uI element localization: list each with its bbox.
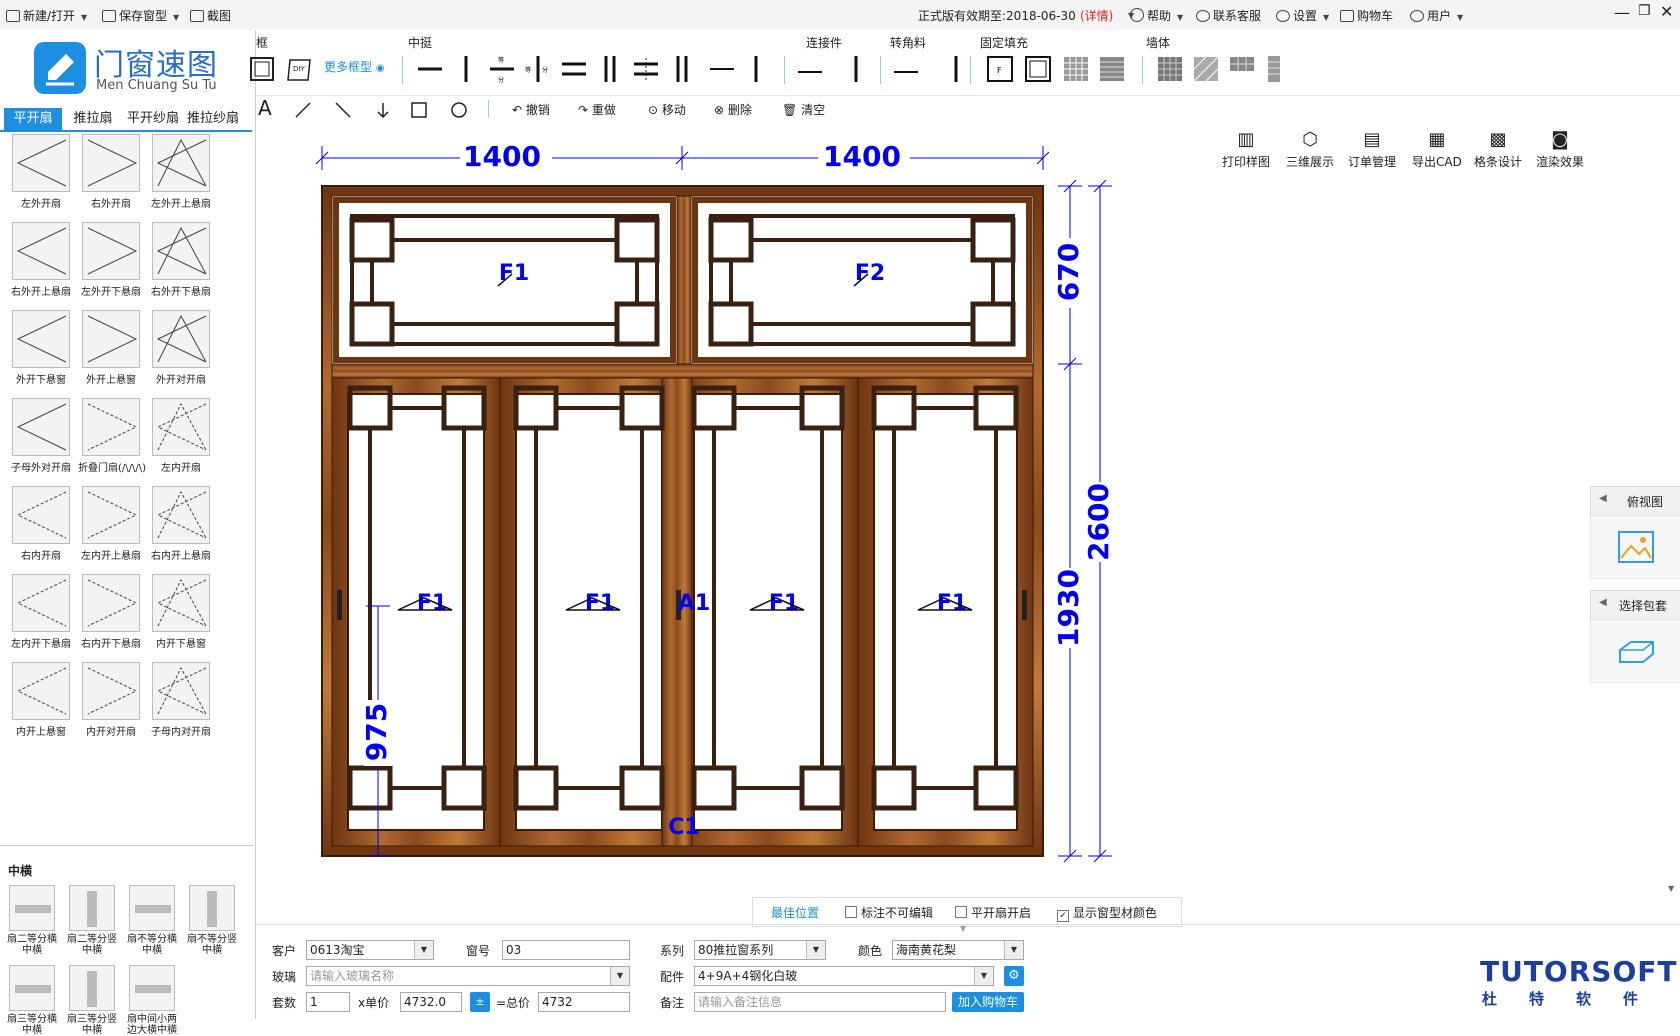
glass-label: 玻璃 [272, 970, 297, 984]
window-frame[interactable] [321, 185, 1044, 857]
remark-label: 备注 [660, 996, 685, 1010]
canvas-options-bar: 最佳位置 标注不可编辑 平开扇开启 ✓ 显示窗型材颜色 [752, 897, 1182, 927]
unit-price-input[interactable]: 4732.0 [400, 992, 462, 1012]
sets-label: 套数 [272, 996, 297, 1010]
transom-bar [331, 363, 1034, 379]
total-label: =总价 [496, 996, 531, 1010]
sash-label: F1 [417, 591, 447, 616]
window-no-label: 窗号 [466, 944, 491, 958]
best-position-link[interactable]: 最佳位置 [771, 904, 819, 921]
chevron-down-icon: ▼ [974, 967, 993, 985]
dimension-value: 1400 [823, 140, 901, 173]
checkbox[interactable] [845, 906, 857, 918]
dimension-value: 670 [1052, 243, 1085, 301]
window-no-input[interactable]: 03 [502, 940, 630, 960]
chevron-down-icon: ▼ [806, 941, 825, 959]
glass-select[interactable]: 请输入玻璃名称 ▼ [306, 966, 630, 986]
dimension-value: 2600 [1082, 483, 1115, 561]
checkbox[interactable] [955, 906, 967, 918]
option-show-color[interactable]: ✓ 显示窗型材颜色 [1057, 904, 1157, 922]
chevron-down-icon: ▼ [610, 967, 629, 985]
accessory-select[interactable]: 4+9A+4钢化白玻 ▼ [694, 966, 994, 986]
sash-label: C1 [668, 815, 699, 840]
sash-label: F1 [937, 591, 967, 616]
drawing-canvas[interactable]: 1400 140067019302600975 F1 F2F1 F1 A1 F1 F1C1 [0, 0, 1680, 1019]
series-select[interactable]: 80推拉窗系列 ▼ [694, 940, 826, 960]
collapse-arrow-icon[interactable]: ▼ [960, 924, 966, 933]
sets-input[interactable]: 1 [306, 992, 350, 1012]
series-label: 系列 [660, 944, 685, 958]
brand-subtitle: 杜特软件 [1482, 990, 1671, 1008]
unit-price-label: x单价 [358, 996, 390, 1010]
option-casement-open[interactable]: 平开扇开启 [955, 904, 1031, 921]
divider [256, 924, 1680, 925]
color-label: 颜色 [858, 944, 883, 958]
sash-label: A1 [678, 591, 710, 616]
customer-label: 客户 [272, 944, 297, 958]
sash-label: F1 [769, 591, 799, 616]
customer-select[interactable]: 0613淘宝 ▼ [306, 940, 434, 960]
calculator-icon[interactable]: ± [470, 992, 490, 1012]
gear-icon[interactable]: ⚙ [1004, 966, 1024, 986]
remark-input[interactable]: 请输入备注信息 [694, 992, 946, 1012]
dimension-value: 1930 [1052, 569, 1085, 647]
top-mullion [676, 195, 692, 365]
chevron-down-icon: ▼ [414, 941, 433, 959]
checkbox-checked[interactable]: ✓ [1057, 910, 1069, 922]
dimension-value: 975 [360, 703, 393, 761]
brand-logo: TUTORSOFT [1480, 955, 1678, 988]
chevron-down-icon: ▼ [1004, 941, 1023, 959]
accessory-label: 配件 [660, 970, 685, 984]
option-annotation-lock[interactable]: 标注不可编辑 [845, 904, 933, 921]
dimension-value: 1400 [463, 140, 541, 173]
total-input[interactable]: 4732 [538, 992, 630, 1012]
handle-right [1022, 590, 1027, 620]
add-to-cart-button[interactable]: 加入购物车 [952, 992, 1024, 1012]
sash-label: F1 [585, 591, 615, 616]
handle-left [337, 590, 342, 620]
color-select[interactable]: 海南黄花梨 ▼ [892, 940, 1024, 960]
